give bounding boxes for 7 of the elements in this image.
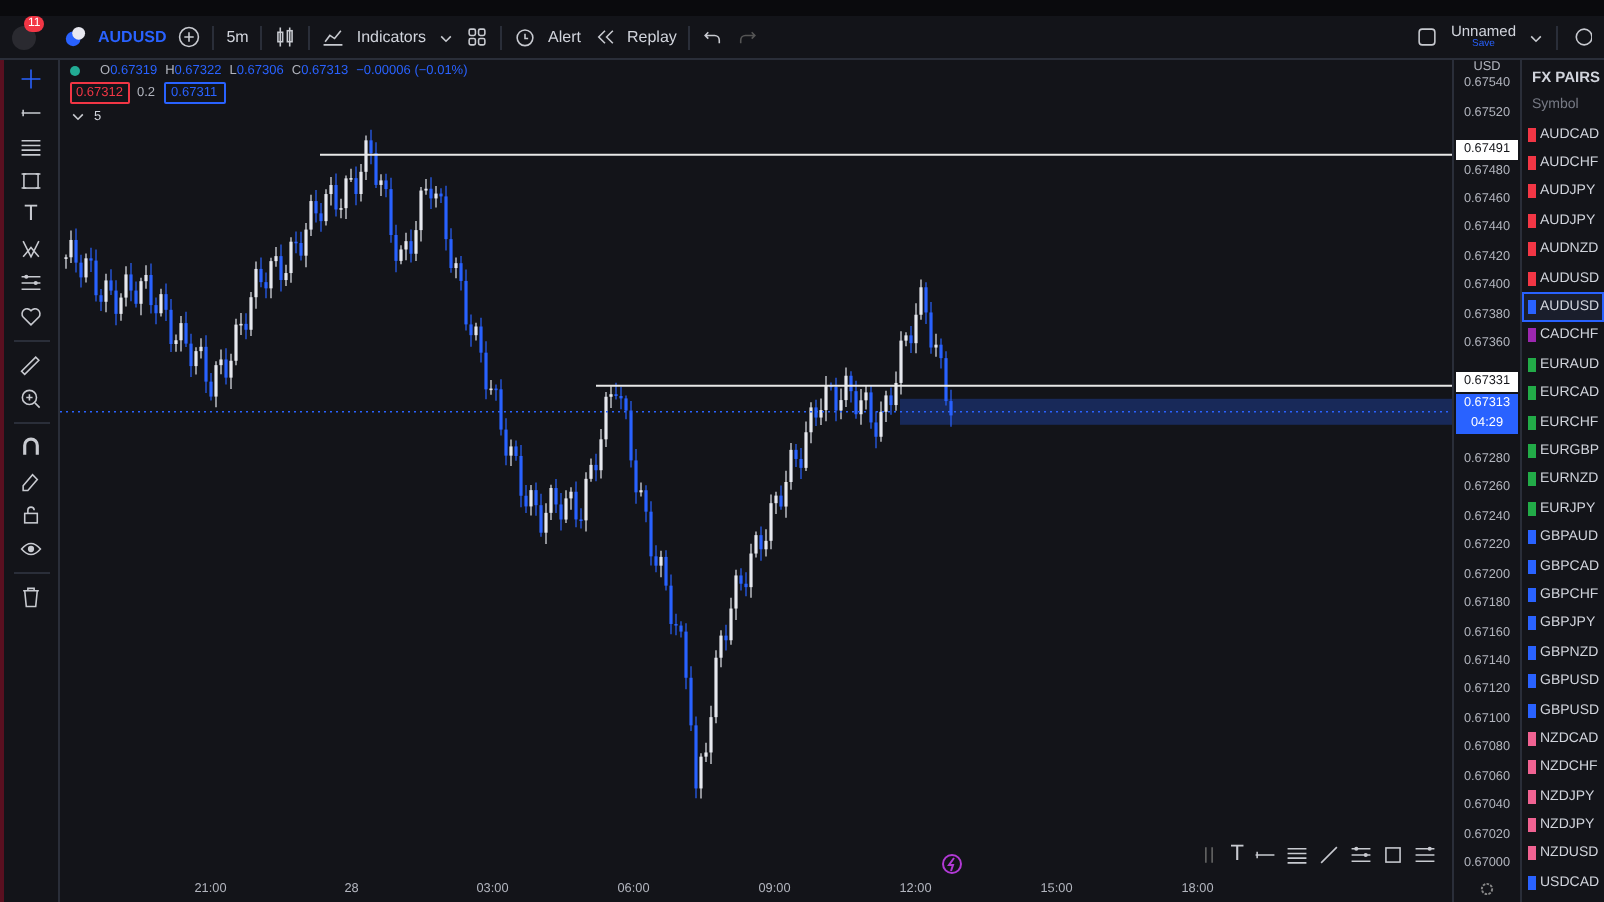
- interval-button[interactable]: 5m: [226, 28, 249, 46]
- text-tool[interactable]: T: [24, 204, 38, 226]
- text-tool[interactable]: T: [1230, 844, 1244, 866]
- alert-button[interactable]: Alert: [548, 28, 581, 46]
- symbol-button[interactable]: AUDUSD: [98, 28, 167, 46]
- indicators-button[interactable]: Indicators: [356, 28, 427, 46]
- replay-button[interactable]: Replay: [627, 28, 677, 46]
